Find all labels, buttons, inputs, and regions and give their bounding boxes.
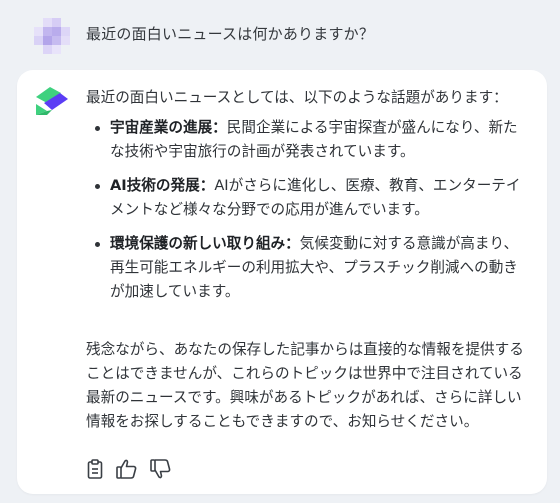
- topic-separator: ：: [199, 177, 215, 194]
- topic-separator: ：: [285, 235, 300, 252]
- assistant-logo-icon: [36, 87, 68, 115]
- copy-button[interactable]: [85, 458, 105, 480]
- bullet-dot: [95, 184, 100, 189]
- topic-title: AI技術の発展: [110, 177, 200, 194]
- topic-separator: ：: [212, 119, 227, 136]
- topic-title: 環境保護の新しい取り組み: [110, 235, 286, 252]
- user-message-text: 最近の面白いニュースは何かありますか？: [86, 25, 375, 43]
- bullet-dot: [95, 242, 100, 247]
- user-avatar: [34, 18, 70, 54]
- answer-closing: 残念ながら、あなたの保存した記事からは直接的な情報を提供することはできませんが、…: [86, 341, 524, 430]
- answer-actions: [85, 458, 205, 482]
- clipboard-icon: [87, 459, 103, 479]
- topic-item: AI技術の発展：AIがさらに進化し、医療、教育、エンターテイメントなど様々な分野…: [86, 174, 526, 222]
- answer-intro: 最近の面白いニュースとしては、以下のような話題があります：: [86, 89, 508, 106]
- topic-list: 宇宙産業の進展：民間企業による宇宙探査が盛んになり、新たな技術や宇宙旅行の計画が…: [86, 116, 526, 304]
- topic-item: 宇宙産業の進展：民間企業による宇宙探査が盛んになり、新たな技術や宇宙旅行の計画が…: [86, 116, 526, 164]
- bullet-dot: [95, 126, 100, 131]
- thumbs-down-button[interactable]: [149, 458, 173, 480]
- thumbs-down-icon: [150, 459, 171, 479]
- topic-title: 宇宙産業の進展: [110, 119, 213, 136]
- thumbs-up-button[interactable]: [115, 458, 139, 480]
- topic-item: 環境保護の新しい取り組み：気候変動に対する意識が高まり、再生可能エネルギーの利用…: [86, 232, 526, 304]
- answer-content: 最近の面白いニュースとしては、以下のような話題があります： 宇宙産業の進展：民間…: [86, 86, 526, 434]
- user-message-row: 最近の面白いニュースは何かありますか？: [0, 0, 560, 64]
- thumbs-up-icon: [116, 459, 137, 479]
- assistant-answer-card: 最近の面白いニュースとしては、以下のような話題があります： 宇宙産業の進展：民間…: [17, 70, 547, 494]
